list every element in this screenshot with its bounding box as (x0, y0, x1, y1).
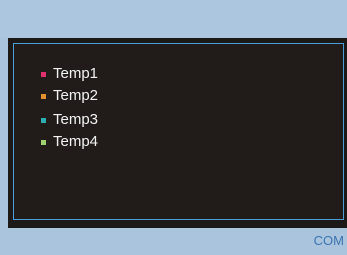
legend-swatch (41, 117, 46, 123)
legend-item-temp3: Temp3 (41, 112, 98, 128)
chart-plot-area: Temp1 Temp2 Temp3 Temp4 (13, 43, 344, 220)
legend-label: Temp1 (53, 65, 99, 82)
top-bar (0, 0, 347, 38)
legend-item-temp1: Temp1 (41, 66, 98, 82)
legend-label: Temp2 (53, 87, 99, 104)
status-bar: COM (8, 228, 347, 255)
legend-swatch (41, 139, 46, 145)
legend-label: Temp4 (53, 133, 99, 150)
com-status-label: COM (313, 233, 344, 248)
chart-display-panel: Temp1 Temp2 Temp3 Temp4 (8, 38, 347, 228)
legend-item-temp4: Temp4 (41, 134, 98, 150)
chart-legend: Temp1 Temp2 Temp3 Temp4 (41, 66, 98, 156)
legend-label: Temp3 (53, 111, 99, 128)
legend-swatch (41, 71, 46, 77)
legend-swatch (41, 93, 46, 99)
legend-item-temp2: Temp2 (41, 88, 98, 104)
